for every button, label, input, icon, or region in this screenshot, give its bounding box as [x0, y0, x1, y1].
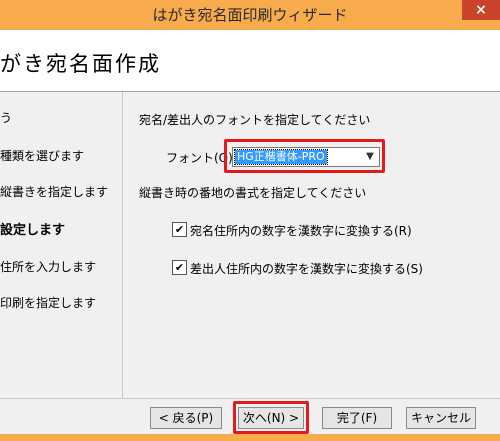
font-label: フォント(O): [166, 151, 237, 165]
font-section-label: 宛名/差出人のフォントを指定してください [139, 113, 371, 127]
checkbox-convert-recipient[interactable]: ✔ [172, 222, 187, 237]
checkbox-convert-recipient-label[interactable]: 宛名住所内の数字を漢数字に変換する(R) [190, 222, 412, 239]
back-button[interactable]: < 戻る(P) [150, 407, 222, 429]
address-section-label: 縦書き時の番地の書式を指定してください [139, 186, 367, 200]
cancel-button[interactable]: キャンセル [406, 407, 476, 429]
steps-panel: う 種類を選びます 縦書きを指定します 設定します 住所を入力します 印刷を指定… [0, 92, 123, 398]
checkbox-convert-sender[interactable]: ✔ [172, 260, 187, 275]
step-item: 縦書きを指定します [0, 185, 109, 199]
next-button[interactable]: 次へ(N) > [238, 407, 304, 429]
step-item: 種類を選びます [0, 149, 85, 163]
bottom-border [0, 434, 500, 441]
step-item: 住所を入力します [0, 260, 97, 274]
close-button[interactable]: × [462, 0, 500, 20]
page-title: がき宛名面作成 [0, 52, 161, 76]
font-select[interactable]: HG正楷書体-PRO ▼ [232, 147, 380, 167]
window-title: はがき宛名面印刷ウィザード [152, 6, 348, 24]
checkbox-convert-sender-label[interactable]: 差出人住所内の数字を漢数字に変換する(S) [190, 260, 423, 277]
settings-panel [123, 92, 500, 398]
step-item-current: 設定します [0, 223, 66, 238]
finish-button[interactable]: 完了(F) [322, 407, 392, 429]
step-item: う [0, 111, 13, 125]
chevron-down-icon[interactable]: ▼ [364, 148, 376, 166]
step-item: 印刷を指定します [0, 296, 97, 310]
font-select-value: HG正楷書体-PRO [234, 149, 328, 165]
footer-divider [0, 398, 500, 399]
